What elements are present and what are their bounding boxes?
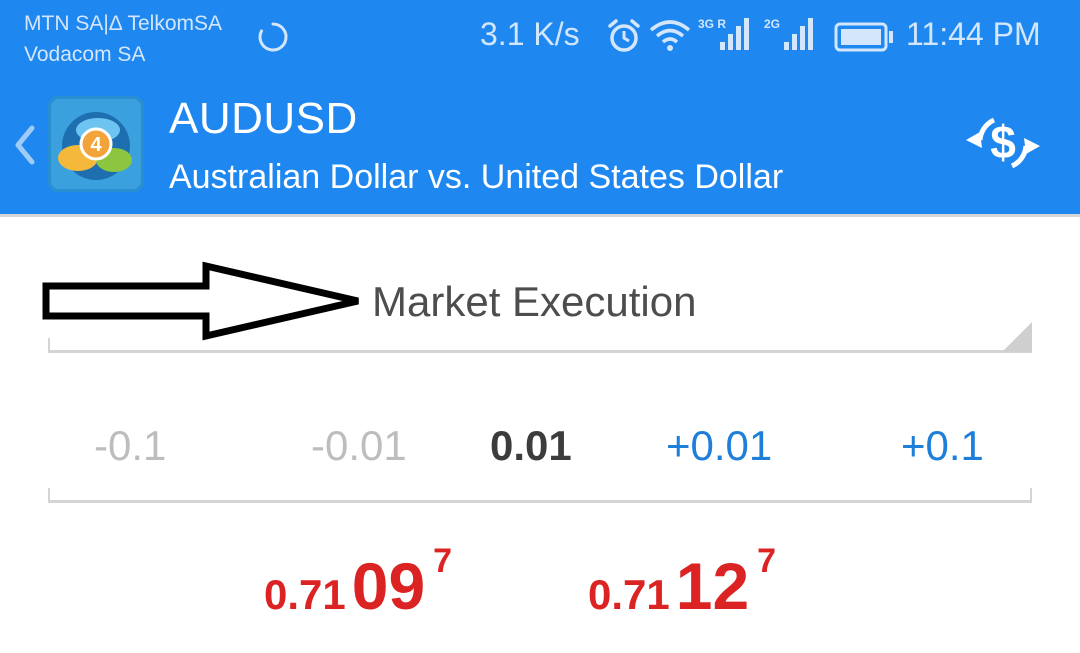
wifi-icon	[649, 20, 691, 51]
carrier-info: MTN SA|Δ TelkomSA Vodacom SA	[24, 8, 222, 70]
signal-1-label: 3G R	[698, 17, 726, 31]
svg-text:$: $	[990, 116, 1016, 168]
bid-price-pips: 09	[351, 549, 426, 623]
app-bar: 4 AUDUSD Australian Dollar vs. United St…	[0, 76, 1080, 214]
carrier-line-1: MTN SA|Δ TelkomSA	[24, 12, 223, 35]
logo-badge: 4	[90, 134, 102, 156]
execution-underline-tick	[48, 338, 50, 352]
volume-value[interactable]: 0.01	[490, 422, 572, 470]
currency-exchange-icon[interactable]: $	[960, 110, 1046, 176]
volume-increase-large-button[interactable]: +0.1	[901, 422, 984, 470]
battery-icon	[834, 22, 893, 52]
symbol-title: AUDUSD	[169, 94, 358, 143]
bid-price-prefix: 0.71	[264, 571, 346, 618]
execution-underline	[48, 350, 1032, 353]
execution-type-label[interactable]: Market Execution	[372, 278, 696, 326]
bid-price: 0.7109 7	[264, 542, 452, 628]
volume-underline	[48, 500, 1032, 503]
alarm-icon	[608, 19, 640, 52]
ask-price: 0.7112 7	[588, 542, 776, 628]
status-bar: MTN SA|Δ TelkomSA Vodacom SA 3.1 K/s 3G …	[0, 0, 1080, 76]
sync-icon	[258, 22, 288, 52]
metatrader-logo[interactable]: 4	[48, 96, 144, 192]
back-chevron-icon[interactable]	[10, 120, 38, 170]
app-bar-shadow	[0, 214, 1080, 217]
volume-decrease-large-button[interactable]: -0.1	[94, 422, 166, 470]
volume-increase-small-button[interactable]: +0.01	[666, 422, 772, 470]
symbol-description: Australian Dollar vs. United States Doll…	[169, 158, 784, 196]
network-speed: 3.1 K/s	[480, 16, 580, 52]
ask-price-fraction: 7	[757, 542, 777, 580]
mobile-signal-1-icon: 3G R	[698, 17, 749, 50]
volume-underline-tick-left	[48, 488, 50, 502]
dropdown-triangle-icon[interactable]	[1002, 322, 1032, 352]
volume-decrease-small-button[interactable]: -0.01	[311, 422, 407, 470]
clock: 11:44 PM	[906, 16, 1041, 52]
signal-2-label: 2G	[764, 17, 780, 31]
ask-price-pips: 12	[675, 549, 750, 623]
volume-underline-tick-right	[1030, 488, 1032, 502]
bid-price-fraction: 7	[433, 542, 453, 580]
ask-price-prefix: 0.71	[588, 571, 670, 618]
mobile-signal-2-icon: 2G	[764, 17, 813, 50]
arrow-annotation-icon	[42, 261, 359, 341]
carrier-line-2: Vodacom SA	[24, 43, 146, 66]
